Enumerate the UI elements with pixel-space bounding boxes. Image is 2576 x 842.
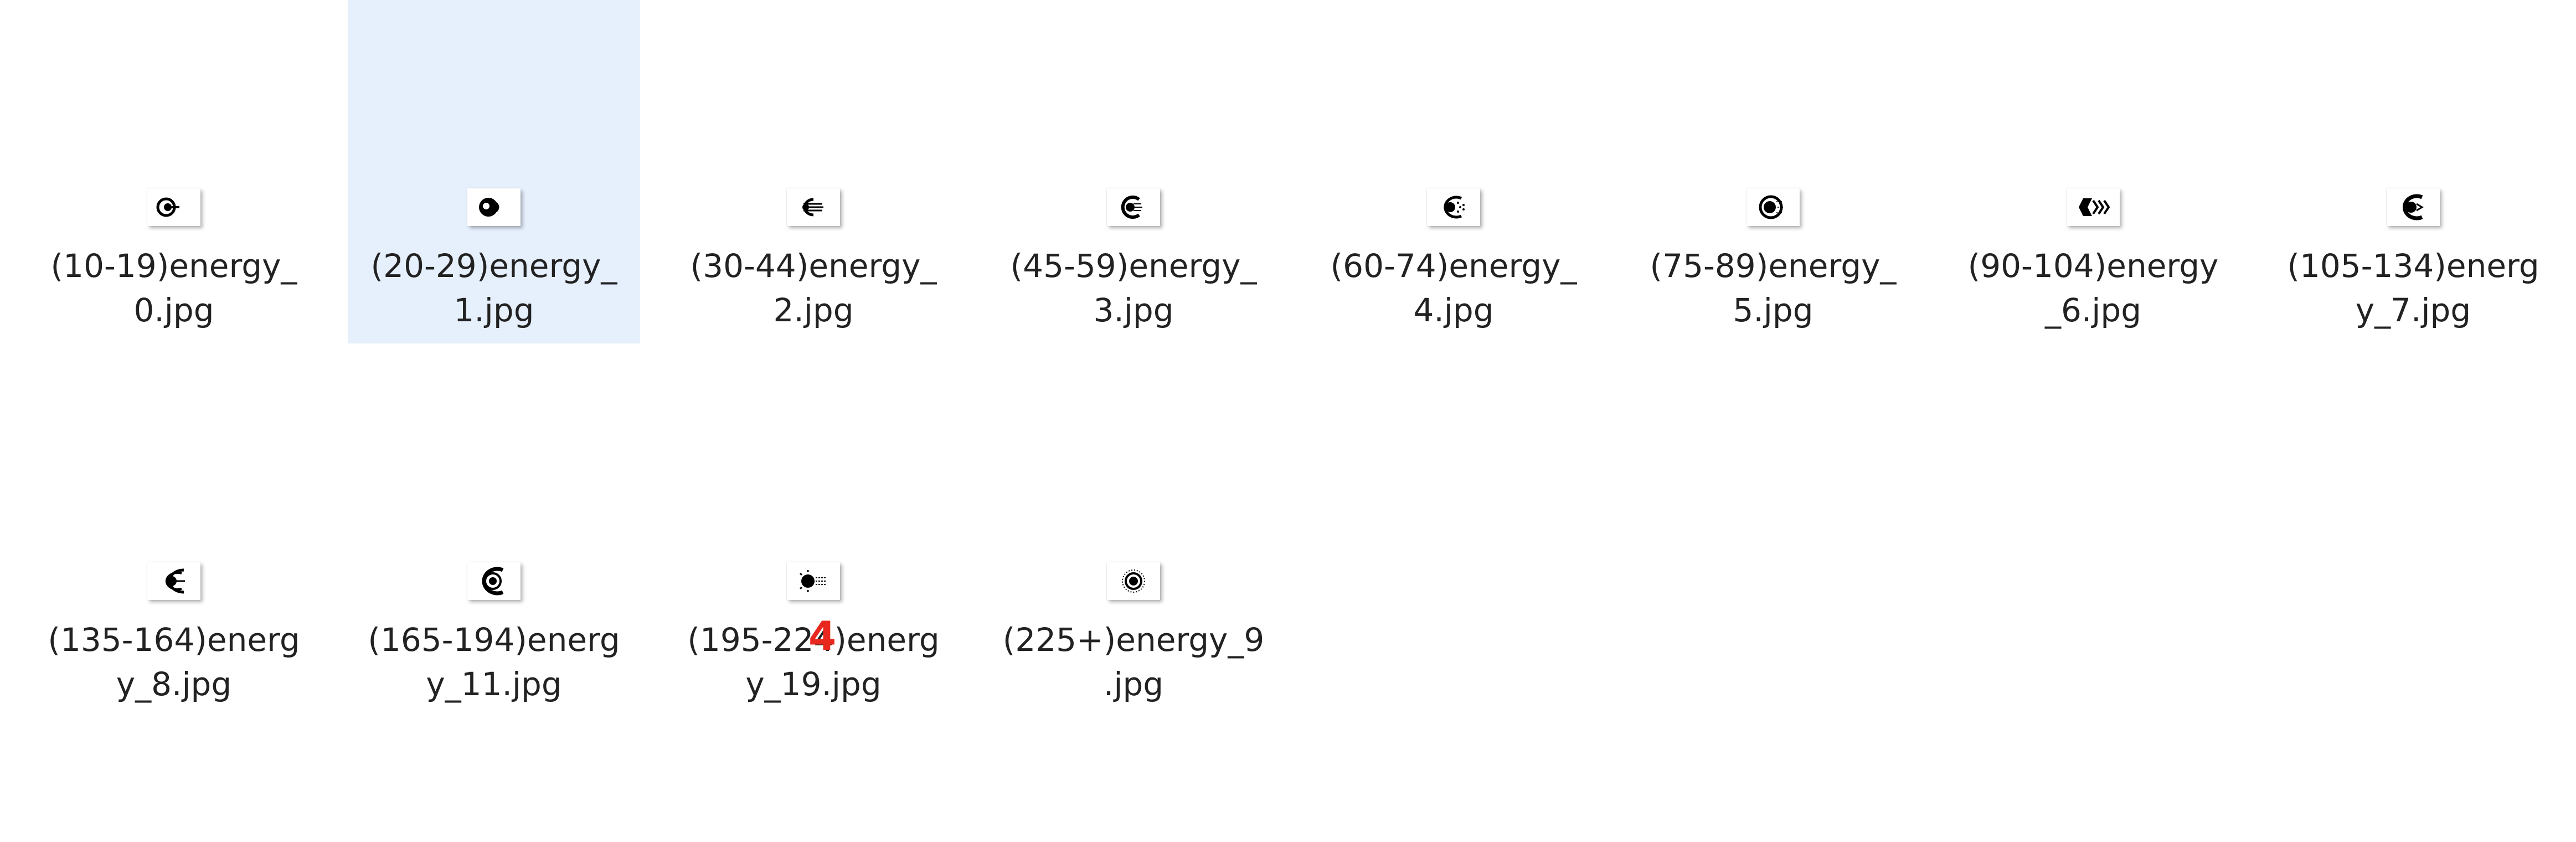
file-name-line-2: y_11.jpg [426, 665, 562, 703]
file-name: (90-104)energy _6.jpg [1947, 244, 2239, 332]
file-name: (165-194)energ y_11.jpg [348, 618, 640, 706]
energy-icon-6 [2067, 188, 2120, 226]
file-name-line-1: (105-134)energ [2287, 247, 2539, 285]
file-name-line-2: 1.jpg [454, 291, 534, 329]
file-item-7[interactable]: (105-134)energ y_7.jpg [2267, 0, 2559, 343]
file-item-3[interactable]: (45-59)energy_ 3.jpg [987, 0, 1280, 343]
energy-icon-5 [1746, 188, 1800, 226]
energy-icon-11 [467, 562, 521, 600]
file-item-0[interactable]: (10-19)energy_ 0.jpg [28, 0, 320, 343]
file-name-line-1: (20-29)energy_ [370, 247, 617, 285]
file-name: (225+)energy_9 .jpg [987, 618, 1280, 706]
file-item-8[interactable]: (135-164)energ y_8.jpg [28, 374, 320, 717]
file-name-line-2: y_8.jpg [116, 665, 232, 703]
file-item-4[interactable]: (60-74)energy_ 4.jpg [1307, 0, 1600, 343]
file-name-line-2: 5.jpg [1733, 291, 1813, 329]
file-name-line-2: y_19.jpg [745, 665, 882, 703]
file-name-line-2: y_7.jpg [2355, 291, 2471, 329]
file-icon-view: (10-19)energy_ 0.jpg (20-29)energy_ 1.jp… [0, 0, 2576, 842]
file-name-line-1: (165-194)energ [368, 621, 620, 659]
file-name-line-1: (90-104)energy [1967, 247, 2219, 285]
energy-icon-9 [1107, 562, 1160, 600]
energy-icon-0 [147, 188, 200, 226]
energy-icon-2 [787, 188, 840, 226]
energy-icon-4 [1427, 188, 1480, 226]
file-name-line-2: 4.jpg [1413, 291, 1494, 329]
file-item-6[interactable]: (90-104)energy _6.jpg [1947, 0, 2239, 343]
file-item-10[interactable]: (195-224)energ y_19.jpg [667, 374, 960, 717]
file-name: (75-89)energy_ 5.jpg [1627, 244, 1919, 332]
file-name: (20-29)energy_ 1.jpg [348, 244, 640, 332]
file-name-line-2: 2.jpg [773, 291, 854, 329]
file-name: (45-59)energy_ 3.jpg [987, 244, 1280, 332]
file-name-line-1: (10-19)energy_ [50, 247, 297, 285]
file-name-line-1: (60-74)energy_ [1330, 247, 1577, 285]
file-item-1[interactable]: (20-29)energy_ 1.jpg [348, 0, 640, 343]
file-name: (10-19)energy_ 0.jpg [28, 244, 320, 332]
file-name: (195-224)energ y_19.jpg [667, 618, 960, 706]
file-name: (30-44)energy_ 2.jpg [667, 244, 960, 332]
file-name: (105-134)energ y_7.jpg [2267, 244, 2559, 332]
file-name-line-1: (45-59)energy_ [1010, 247, 1257, 285]
energy-icon-3 [1107, 188, 1160, 226]
file-name-line-1: (135-164)energ [48, 621, 300, 659]
file-name: (60-74)energy_ 4.jpg [1307, 244, 1600, 332]
file-name-line-2: _6.jpg [2044, 291, 2142, 329]
file-name-line-2: 0.jpg [133, 291, 214, 329]
file-name: (135-164)energ y_8.jpg [28, 618, 320, 706]
file-item-5[interactable]: (75-89)energy_ 5.jpg [1627, 0, 1919, 343]
energy-icon-1 [467, 188, 521, 226]
file-name-line-2: 3.jpg [1093, 291, 1174, 329]
energy-icon-7 [2387, 188, 2440, 226]
file-name-line-1: (195-224)energ [687, 621, 940, 659]
energy-icon-8 [147, 562, 200, 600]
file-name-line-1: (225+)energy_9 [1002, 621, 1265, 659]
file-name-line-2: .jpg [1103, 665, 1164, 703]
file-item-11[interactable]: (225+)energy_9 .jpg [987, 374, 1280, 717]
file-item-2[interactable]: (30-44)energy_ 2.jpg [667, 0, 960, 343]
energy-icon-19 [787, 562, 840, 600]
file-item-9[interactable]: (165-194)energ y_11.jpg [348, 374, 640, 717]
file-name-line-1: (75-89)energy_ [1650, 247, 1897, 285]
file-name-line-1: (30-44)energy_ [690, 247, 937, 285]
